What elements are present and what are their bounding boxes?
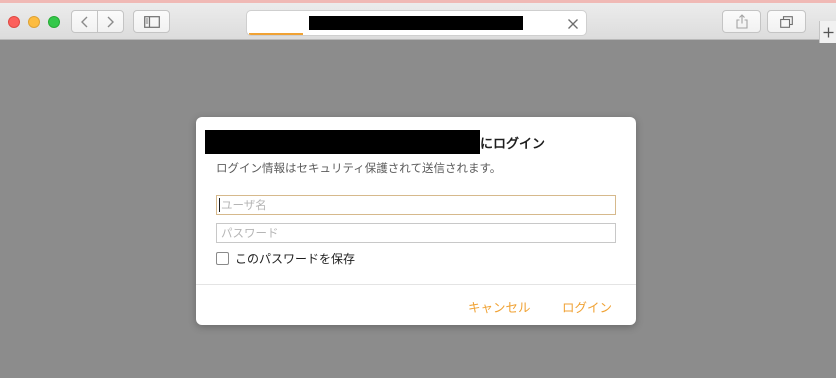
password-field[interactable] <box>216 223 616 243</box>
username-field[interactable] <box>216 195 616 215</box>
remember-password-checkbox[interactable] <box>216 252 229 265</box>
new-tab-button[interactable] <box>819 21 836 43</box>
text-caret <box>219 198 220 212</box>
forward-button[interactable] <box>98 11 123 32</box>
clear-address-button[interactable] <box>566 16 580 30</box>
login-button[interactable]: ログイン <box>562 297 612 316</box>
forward-icon <box>107 16 115 27</box>
redacted-url <box>309 16 523 30</box>
sidebar-button[interactable] <box>133 10 170 33</box>
page-load-progress <box>249 33 303 35</box>
clear-icon <box>568 19 578 29</box>
dialog-title-text: にログイン <box>480 136 546 152</box>
dialog-separator <box>196 284 636 285</box>
address-bar[interactable] <box>246 10 587 36</box>
back-button[interactable] <box>72 11 97 32</box>
window-close-button[interactable] <box>8 16 20 28</box>
remember-password-label[interactable]: このパスワードを保存 <box>235 250 355 267</box>
login-dialog: にログイン ログイン情報はセキュリティ保護されて送信されます。 このパスワードを… <box>196 117 636 325</box>
dialog-subtitle: ログイン情報はセキュリティ保護されて送信されます。 <box>216 161 502 175</box>
share-button[interactable] <box>722 10 761 33</box>
window-minimize-button[interactable] <box>28 16 40 28</box>
window-zoom-button[interactable] <box>48 16 60 28</box>
cancel-button[interactable]: キャンセル <box>468 297 531 316</box>
remember-password-row[interactable]: このパスワードを保存 <box>216 250 355 267</box>
browser-toolbar <box>0 3 836 43</box>
sidebar-icon <box>143 15 160 28</box>
redacted-site-name <box>205 130 480 154</box>
plus-icon <box>823 27 833 37</box>
back-icon <box>80 16 87 27</box>
tabs-icon <box>780 15 793 28</box>
navigation-buttons <box>71 10 124 33</box>
share-icon <box>735 14 748 29</box>
show-all-tabs-button[interactable] <box>767 10 806 33</box>
dialog-title: にログイン <box>205 130 545 154</box>
